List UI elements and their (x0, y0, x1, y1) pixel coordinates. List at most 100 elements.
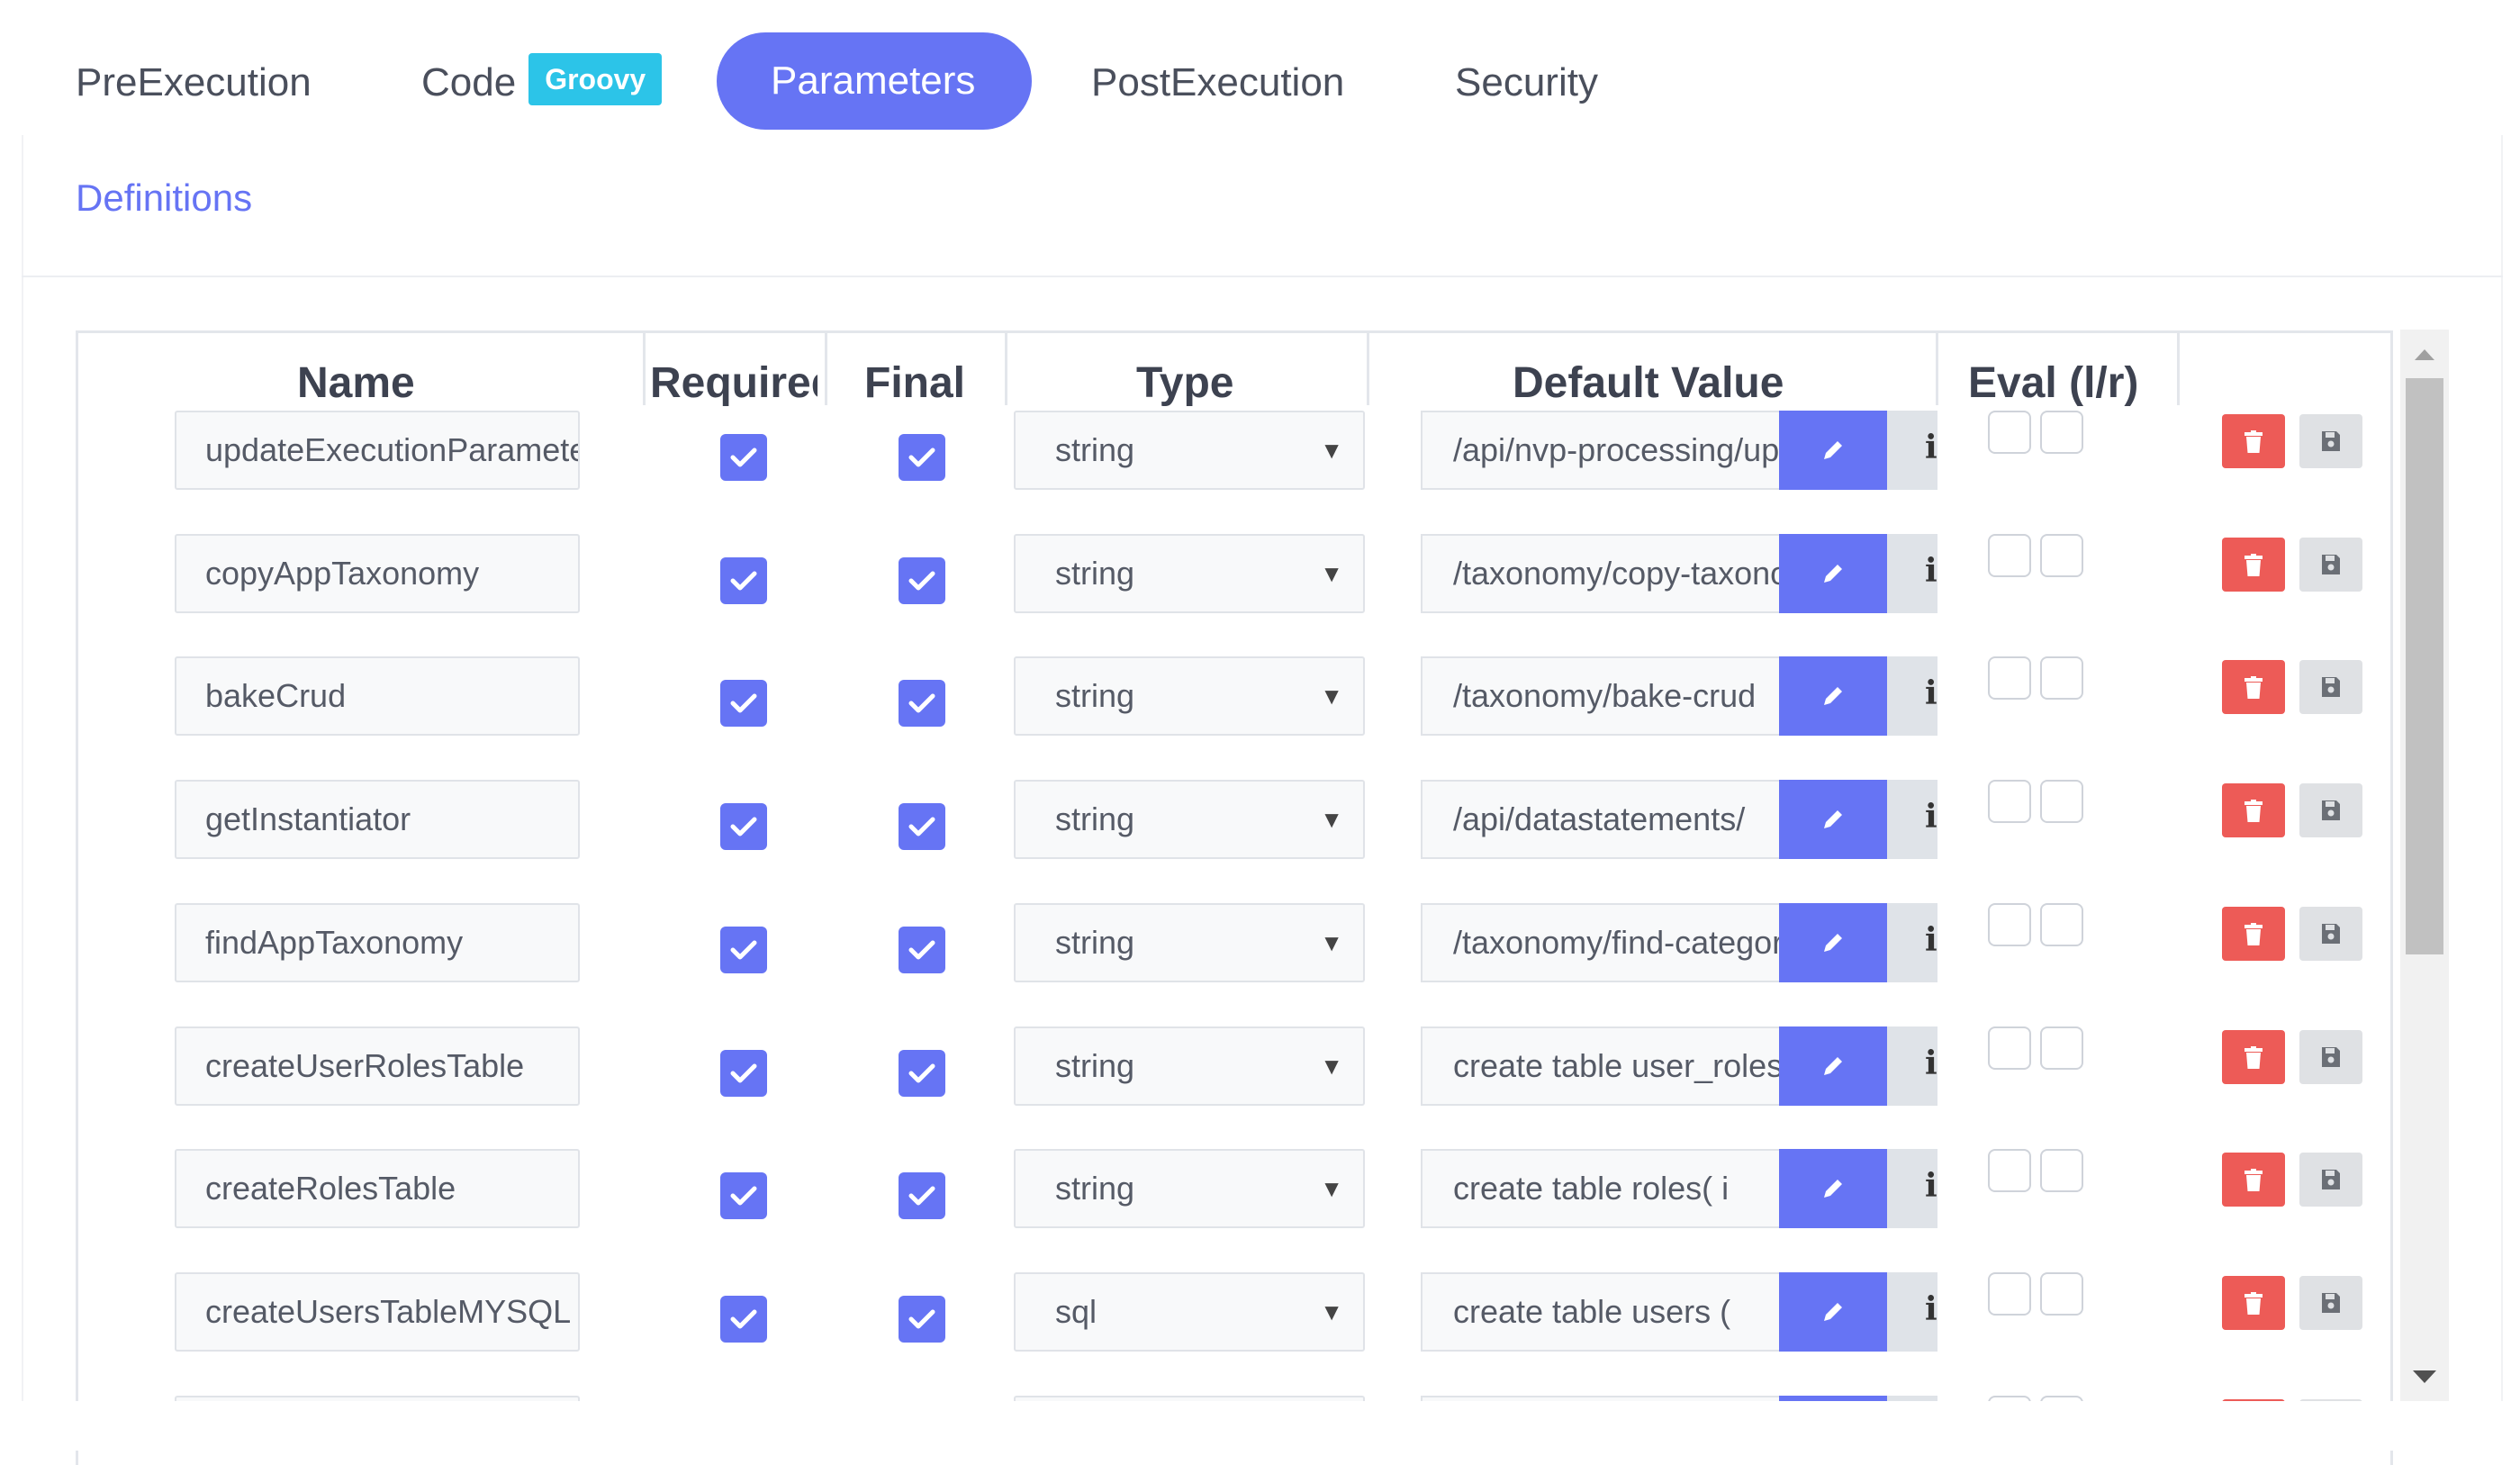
chevron-down-icon: ▼ (1320, 1298, 1343, 1325)
default-value-field[interactable]: /taxonomy/bake-crud (1421, 656, 1779, 736)
type-select[interactable]: string ▼ (1014, 903, 1365, 982)
save-button[interactable] (2299, 660, 2362, 714)
eval-left-checkbox[interactable] (1988, 780, 2031, 823)
chevron-down-icon: ▼ (1320, 1175, 1343, 1202)
final-checkbox[interactable] (899, 434, 945, 481)
save-button[interactable] (2299, 538, 2362, 592)
final-checkbox[interactable] (899, 1296, 945, 1343)
eval-right-checkbox[interactable] (2040, 1272, 2083, 1316)
type-select[interactable]: string ▼ (1014, 780, 1365, 859)
edit-button[interactable] (1779, 903, 1887, 982)
save-button[interactable] (2299, 1276, 2362, 1330)
table-row: copyAppTaxonomy string ▼ /taxonomy/copy-tax… (0, 534, 2395, 617)
info-button[interactable]: i (1887, 780, 1937, 859)
chevron-down-icon: ▼ (1320, 437, 1343, 464)
type-select[interactable]: sql ▼ (1014, 1272, 1365, 1352)
eval-left-checkbox[interactable] (1988, 1026, 2031, 1070)
final-checkbox[interactable] (899, 680, 945, 727)
edit-button[interactable] (1779, 780, 1887, 859)
default-value-field[interactable]: /taxonomy/find-category (1421, 903, 1779, 982)
type-select-value: string (1055, 1170, 1135, 1207)
eval-left-checkbox[interactable] (1988, 1149, 2031, 1192)
default-value-field[interactable]: create table users ( (1421, 1272, 1779, 1352)
default-value-field[interactable]: create table roles( i (1421, 1149, 1779, 1228)
final-checkbox[interactable] (899, 803, 945, 850)
default-value-field[interactable]: /taxonomy/copy-taxonomy (1421, 534, 1779, 613)
edit-button[interactable] (1779, 656, 1887, 736)
delete-button[interactable] (2222, 414, 2285, 468)
info-button[interactable]: i (1887, 1149, 1937, 1228)
required-checkbox[interactable] (720, 1172, 767, 1219)
final-checkbox[interactable] (899, 1172, 945, 1219)
eval-left-checkbox[interactable] (1988, 656, 2031, 700)
final-checkbox[interactable] (899, 557, 945, 604)
required-checkbox[interactable] (720, 803, 767, 850)
final-checkbox[interactable] (899, 927, 945, 973)
edit-button[interactable] (1779, 1026, 1887, 1106)
delete-button[interactable] (2222, 1276, 2285, 1330)
delete-button[interactable] (2222, 1030, 2285, 1084)
delete-button[interactable] (2222, 538, 2285, 592)
eval-right-checkbox[interactable] (2040, 1149, 2083, 1192)
required-checkbox[interactable] (720, 680, 767, 727)
save-button[interactable] (2299, 414, 2362, 468)
scroll-down-arrow-icon[interactable] (2400, 1352, 2449, 1401)
info-button[interactable]: i (1887, 1272, 1937, 1352)
edit-button[interactable] (1779, 1149, 1887, 1228)
table-row: updateExecutionParameter string ▼ /api/nvp-… (0, 411, 2395, 493)
required-checkbox[interactable] (720, 557, 767, 604)
required-checkbox[interactable] (720, 927, 767, 973)
type-select[interactable]: string ▼ (1014, 1149, 1365, 1228)
parameter-name-field[interactable]: createUserRolesTable (175, 1026, 580, 1106)
eval-right-checkbox[interactable] (2040, 411, 2083, 454)
scrollbar-thumb[interactable] (2406, 378, 2443, 954)
required-checkbox[interactable] (720, 434, 767, 481)
default-value-field[interactable]: create table user_roles (1421, 1026, 1779, 1106)
parameter-name-field[interactable]: createRolesTable (175, 1149, 580, 1228)
parameter-name-field[interactable]: copyAppTaxonomy (175, 534, 580, 613)
type-select[interactable]: string ▼ (1014, 1026, 1365, 1106)
parameter-name-field[interactable]: getInstantiator (175, 780, 580, 859)
info-button[interactable]: i (1887, 656, 1937, 736)
required-checkbox[interactable] (720, 1296, 767, 1343)
eval-left-checkbox[interactable] (1988, 903, 2031, 946)
edit-button[interactable] (1779, 411, 1887, 490)
edit-button[interactable] (1779, 1272, 1887, 1352)
parameter-name-field[interactable]: createUsersTableMYSQL (175, 1272, 580, 1352)
info-button[interactable]: i (1887, 903, 1937, 982)
parameter-name-field[interactable]: bakeCrud (175, 656, 580, 736)
parameter-name-field[interactable]: updateExecutionParameter (175, 411, 580, 490)
required-checkbox[interactable] (720, 1050, 767, 1097)
save-button[interactable] (2299, 783, 2362, 837)
eval-left-checkbox[interactable] (1988, 411, 2031, 454)
save-button[interactable] (2299, 907, 2362, 961)
delete-button[interactable] (2222, 907, 2285, 961)
eval-right-checkbox[interactable] (2040, 656, 2083, 700)
eval-left-checkbox[interactable] (1988, 1272, 2031, 1316)
edit-button[interactable] (1779, 534, 1887, 613)
eval-right-checkbox[interactable] (2040, 780, 2083, 823)
chevron-down-icon: ▼ (1320, 1053, 1343, 1080)
eval-left-checkbox[interactable] (1988, 534, 2031, 577)
type-select-value: string (1055, 924, 1135, 961)
info-icon: i (1925, 552, 1937, 590)
delete-button[interactable] (2222, 660, 2285, 714)
eval-right-checkbox[interactable] (2040, 534, 2083, 577)
info-button[interactable]: i (1887, 1026, 1937, 1106)
type-select[interactable]: string ▼ (1014, 411, 1365, 490)
scroll-up-arrow-icon[interactable] (2400, 330, 2449, 378)
delete-button[interactable] (2222, 1153, 2285, 1207)
type-select[interactable]: string ▼ (1014, 534, 1365, 613)
save-button[interactable] (2299, 1153, 2362, 1207)
default-value-field[interactable]: /api/nvp-processing/update (1421, 411, 1779, 490)
delete-button[interactable] (2222, 783, 2285, 837)
info-button[interactable]: i (1887, 411, 1937, 490)
default-value-field[interactable]: /api/datastatements/ (1421, 780, 1779, 859)
info-button[interactable]: i (1887, 534, 1937, 613)
final-checkbox[interactable] (899, 1050, 945, 1097)
type-select[interactable]: string ▼ (1014, 656, 1365, 736)
save-button[interactable] (2299, 1030, 2362, 1084)
eval-right-checkbox[interactable] (2040, 1026, 2083, 1070)
parameter-name-field[interactable]: findAppTaxonomy (175, 903, 580, 982)
eval-right-checkbox[interactable] (2040, 903, 2083, 946)
